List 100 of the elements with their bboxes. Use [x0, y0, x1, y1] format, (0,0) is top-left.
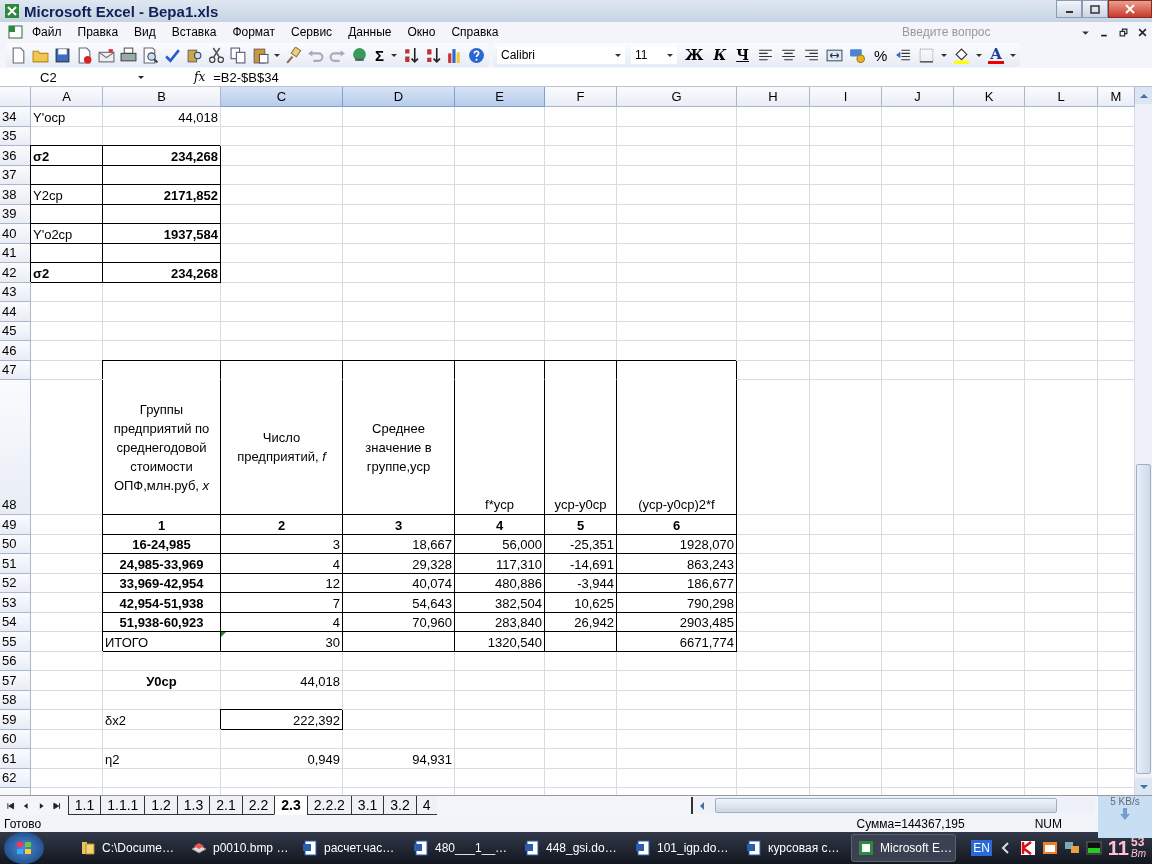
clock-day[interactable]: Вт: [1131, 848, 1146, 859]
minimize-button[interactable]: [1056, 0, 1082, 18]
error-indicator-icon[interactable]: [221, 632, 226, 637]
column-header[interactable]: F: [545, 87, 617, 107]
sheet-tab[interactable]: 4: [415, 796, 437, 815]
font-dropdown[interactable]: Calibri: [497, 46, 625, 64]
table-cell[interactable]: η2: [103, 749, 221, 769]
network-icon[interactable]: [1063, 840, 1080, 856]
table-cell[interactable]: σ2: [31, 146, 103, 166]
print-icon[interactable]: [120, 46, 137, 64]
table-cell[interactable]: 42,954-51,938: [103, 593, 221, 613]
table-cell[interactable]: 1320,540: [455, 632, 545, 652]
table-cell[interactable]: 40,074: [343, 573, 455, 593]
sheet-tab[interactable]: 2.1: [209, 796, 242, 815]
formula-field[interactable]: =B2-$B$34: [213, 69, 279, 85]
select-all-button[interactable]: [0, 87, 31, 107]
new-document-icon[interactable]: [10, 46, 27, 64]
mail-icon[interactable]: [1041, 840, 1058, 856]
table-cell[interactable]: 33,969-42,954: [103, 573, 221, 593]
table-cell[interactable]: 6: [617, 515, 737, 535]
table-cell[interactable]: δх2: [103, 710, 221, 730]
close-button[interactable]: [1108, 0, 1152, 18]
sheet-tab[interactable]: 2.2: [241, 796, 275, 815]
chart-icon[interactable]: [446, 46, 463, 64]
row-header[interactable]: 48: [0, 380, 31, 515]
column-header[interactable]: A: [31, 87, 103, 107]
table-cell[interactable]: 54,643: [343, 593, 455, 613]
menu-item[interactable]: Правка: [69, 25, 127, 39]
horizontal-scrollbar[interactable]: [690, 797, 1096, 814]
menu-item[interactable]: Данные: [340, 25, 400, 39]
sheet-tab[interactable]: 3.2: [383, 796, 416, 815]
currency-icon[interactable]: [848, 46, 866, 64]
menu-item[interactable]: Вид: [126, 25, 164, 39]
clock-hours[interactable]: 11: [1107, 836, 1129, 860]
menu-item[interactable]: Сервис: [283, 25, 341, 39]
table-cell[interactable]: 94,931: [343, 749, 455, 769]
maximize-button[interactable]: [1082, 0, 1108, 18]
table-cell[interactable]: 117,310: [455, 554, 545, 574]
table-cell[interactable]: 1928,070: [617, 534, 737, 554]
table-cell[interactable]: 4: [455, 515, 545, 535]
style-button[interactable]: Ч: [734, 47, 751, 63]
save-icon[interactable]: [54, 46, 71, 64]
previous-sheet-icon[interactable]: [21, 800, 31, 811]
scroll-up-icon[interactable]: [1139, 92, 1148, 99]
table-cell[interactable]: Группы предприятий по среднегодовой стоимости ОПФ,млн.руб, x: [103, 380, 221, 515]
table-cell[interactable]: (уср-у0ср)2*f: [617, 380, 737, 515]
column-header[interactable]: B: [103, 87, 221, 107]
table-cell[interactable]: 234,268: [103, 263, 221, 283]
fill-color-icon[interactable]: [953, 46, 971, 64]
taskbar-button[interactable]: курсовая с…: [740, 834, 845, 862]
menu-item[interactable]: Справка: [443, 25, 507, 39]
table-cell[interactable]: -3,944: [545, 573, 617, 593]
row-header[interactable]: 53: [0, 593, 31, 613]
help-search-field[interactable]: Введите вопрос: [898, 25, 1076, 39]
taskbar-button[interactable]: C:\Docume…: [74, 834, 179, 862]
name-box[interactable]: C2: [0, 69, 130, 85]
function-label[interactable]: fx: [194, 70, 206, 84]
document-stop-icon[interactable]: [76, 46, 93, 64]
menu-item[interactable]: Вставка: [163, 25, 225, 39]
table-cell[interactable]: -25,351: [545, 534, 617, 554]
table-cell[interactable]: 29,328: [343, 554, 455, 574]
vertical-scrollbar[interactable]: [1135, 87, 1152, 795]
scroll-thumb[interactable]: [714, 798, 1057, 813]
start-button[interactable]: [4, 832, 44, 864]
table-cell[interactable]: [343, 360, 455, 380]
menu-item[interactable]: Файл: [24, 25, 70, 39]
table-cell[interactable]: 863,243: [617, 554, 737, 574]
taskbar-button[interactable]: расчет.час…: [296, 834, 401, 862]
column-header[interactable]: G: [617, 87, 737, 107]
close-icon[interactable]: [1138, 27, 1147, 37]
row-header[interactable]: 59: [0, 710, 31, 730]
column-header[interactable]: D: [343, 87, 455, 107]
row-header[interactable]: 38: [0, 185, 31, 205]
caret-icon[interactable]: [941, 52, 948, 58]
caret-icon[interactable]: [274, 52, 280, 58]
row-header[interactable]: 42: [0, 263, 31, 283]
sort-descending-icon[interactable]: [424, 46, 441, 64]
table-cell[interactable]: 186,677: [617, 573, 737, 593]
table-cell[interactable]: 1937,584: [103, 224, 221, 244]
column-header[interactable]: I: [810, 87, 882, 107]
table-cell[interactable]: 222,392: [221, 710, 343, 730]
table-cell[interactable]: 16-24,985: [103, 534, 221, 554]
table-cell[interactable]: 70,960: [343, 612, 455, 632]
table-cell[interactable]: ИТОГО: [103, 632, 221, 652]
table-cell[interactable]: 56,000: [455, 534, 545, 554]
scroll-left-icon[interactable]: [698, 801, 705, 810]
table-cell[interactable]: 480,886: [455, 573, 545, 593]
sheet-tab[interactable]: 1.2: [144, 796, 177, 815]
table-cell[interactable]: 382,504: [455, 593, 545, 613]
table-cell[interactable]: 2171,852: [103, 185, 221, 205]
table-cell[interactable]: 5: [545, 515, 617, 535]
sheet-tab[interactable]: 1.1: [67, 796, 101, 815]
caret-icon[interactable]: [976, 52, 983, 58]
scroll-down-icon[interactable]: [1139, 783, 1148, 790]
menu-item[interactable]: Формат: [224, 25, 284, 39]
table-cell[interactable]: 7: [221, 593, 343, 613]
table-cell[interactable]: Y2ср: [31, 185, 103, 205]
autosum-button[interactable]: Σ: [373, 46, 386, 64]
table-cell[interactable]: 3: [343, 515, 455, 535]
column-header[interactable]: M: [1098, 87, 1135, 107]
